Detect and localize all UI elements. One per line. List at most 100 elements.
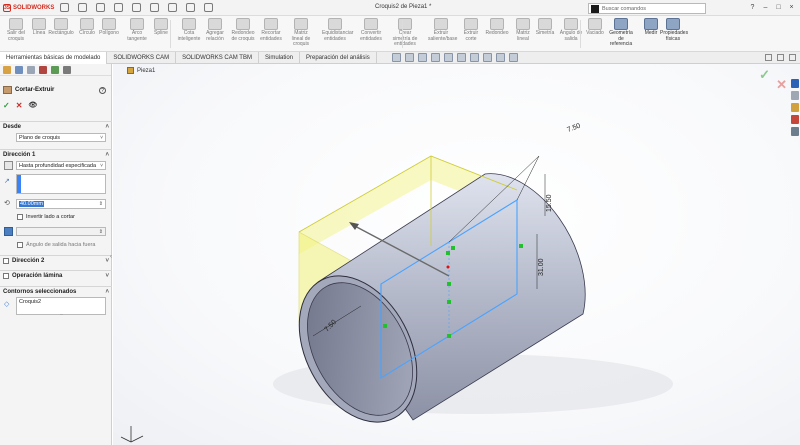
depth-input[interactable]: 40.00mm ⇕ (16, 199, 106, 209)
mass-properties-button[interactable]: Propiedades físicas (660, 18, 688, 42)
relation-marker[interactable] (451, 246, 455, 250)
contornos-group-header[interactable]: Contornos seleccionados ˄ (0, 286, 112, 297)
viewport-close-icon[interactable] (789, 54, 796, 61)
mirror-button[interactable]: Simetría (532, 18, 558, 37)
relation-marker[interactable] (446, 251, 450, 255)
extruded-boss-button[interactable]: Extruir saliente/base (428, 18, 457, 42)
extruded-cut-icon (464, 18, 478, 30)
view-settings-icon[interactable] (509, 53, 518, 62)
spin-arrows-icon[interactable]: ⇕ (99, 200, 103, 208)
chevron-down-icon: ˅ (105, 258, 109, 264)
viewport-minimize-icon[interactable] (765, 54, 772, 61)
print-icon[interactable] (132, 3, 141, 12)
undo-icon[interactable] (150, 3, 159, 12)
save-icon[interactable] (114, 3, 123, 12)
options-gear-icon[interactable] (204, 3, 213, 12)
origin-point[interactable] (446, 265, 450, 269)
tab-herramientas-basicas[interactable]: Herramientas básicas de modelado (0, 52, 108, 64)
panel-collapse-handle[interactable]: ‹ (110, 254, 112, 260)
relation-marker[interactable] (447, 334, 451, 338)
tab-simulation[interactable]: Simulation (259, 52, 300, 64)
direccion2-group-header[interactable]: Dirección 2 ˅ (0, 255, 112, 266)
property-manager-icon[interactable] (15, 65, 23, 74)
relation-marker[interactable] (447, 282, 451, 286)
cancel-button[interactable]: ✕ (16, 101, 23, 110)
selected-contours-list[interactable]: Croquis2 (16, 297, 106, 315)
linear-sketch-pattern-button[interactable]: Matriz lineal de croquis (288, 18, 314, 48)
desde-select[interactable]: Plano de croquis ˅ (16, 133, 106, 142)
end-condition-select[interactable]: Hasta profundidad especificada ˅ (16, 161, 106, 170)
fillet-button[interactable]: Redondeo (484, 18, 510, 37)
solidworks-logo[interactable]: 3S SOLIDWORKS (0, 3, 54, 12)
tab-solidworks-cam-tbm[interactable]: SOLIDWORKS CAM TBM (176, 52, 259, 64)
add-relation-button[interactable]: Agregar relación (202, 18, 228, 42)
rebuild-icon[interactable] (186, 3, 195, 12)
close-button[interactable]: × (787, 3, 796, 12)
home-icon[interactable] (60, 3, 69, 12)
draft-angle-icon[interactable] (4, 227, 13, 236)
draft-angle-input[interactable]: ⇕ (16, 227, 106, 236)
depth-icon: ⟲ (4, 199, 13, 208)
viewport-restore-icon[interactable] (777, 54, 784, 61)
extruded-boss-icon (434, 18, 448, 30)
tab-preparacion-analisis[interactable]: Preparación del análisis (300, 52, 377, 64)
invert-side-checkbox[interactable]: Invertir lado a cortar (17, 214, 75, 220)
display-manager-icon[interactable] (51, 65, 59, 74)
polygon-button[interactable]: Polígono (96, 18, 122, 37)
checkbox-icon (17, 242, 23, 248)
mirror-entities-button[interactable]: Crear simetría de entidades (392, 18, 418, 48)
extruded-cut-button[interactable]: Extruir corte (458, 18, 484, 42)
desde-group-header[interactable]: Desde ˄ (0, 121, 112, 132)
zoom-area-icon[interactable] (405, 53, 414, 62)
reverse-direction-icon[interactable] (4, 161, 13, 170)
feature-manager-icon[interactable] (3, 65, 11, 74)
sketch-fillet-button[interactable]: Redondeo de croquis (230, 18, 256, 42)
configuration-manager-icon[interactable] (27, 65, 35, 74)
relation-marker[interactable] (383, 324, 387, 328)
direction-arrow-head[interactable] (349, 222, 359, 230)
rectangle-button[interactable]: Rectángulo (48, 18, 74, 37)
maximize-button[interactable]: □ (774, 3, 783, 12)
hide-show-icon[interactable] (470, 53, 479, 62)
zoom-fit-icon[interactable] (392, 53, 401, 62)
dimxpert-icon[interactable] (39, 65, 47, 74)
open-icon[interactable] (96, 3, 105, 12)
operacion-lamina-group-header[interactable]: Operación lámina ˅ (0, 270, 112, 281)
dimension-d1[interactable]: 7.50 (566, 123, 581, 134)
relation-marker[interactable] (519, 244, 523, 248)
offset-entities-button[interactable]: Equidistanciar entidades (322, 18, 353, 42)
mirror-label: Simetría (535, 30, 555, 36)
tab-solidworks-cam[interactable]: SOLIDWORKS CAM (107, 52, 177, 64)
scene-icon[interactable] (496, 53, 505, 62)
new-document-icon[interactable] (78, 3, 87, 12)
shell-button[interactable]: Vaciado (582, 18, 608, 37)
convert-entities-button[interactable]: Convertir entidades (358, 18, 384, 42)
view-orientation-icon[interactable] (444, 53, 453, 62)
cam-icon[interactable] (63, 65, 71, 74)
command-search-input[interactable]: Buscar comandos (588, 3, 706, 14)
direccion2-checkbox[interactable] (3, 258, 9, 264)
ok-button[interactable]: ✓ (3, 101, 10, 110)
list-resize-handle[interactable]: ¯ (60, 315, 63, 321)
reference-geometry-button[interactable]: Geometría de referencia (608, 18, 634, 48)
section-view-icon[interactable] (431, 53, 440, 62)
preview-eye-icon[interactable]: 👁 (28, 101, 37, 110)
dimension-d2[interactable]: 15.50 (546, 194, 553, 212)
trim-entities-button[interactable]: Recortar entidades (258, 18, 284, 42)
minimize-button[interactable]: – (761, 3, 770, 12)
relation-marker[interactable] (447, 300, 451, 304)
operacion-lamina-checkbox[interactable] (3, 273, 9, 279)
direccion1-group-header[interactable]: Dirección 1 ˄ (0, 149, 112, 160)
dimension-d3[interactable]: 31.00 (538, 258, 545, 276)
smart-dimension-button[interactable]: Cota inteligente (176, 18, 202, 42)
graphics-area[interactable]: Pieza1 ✓ ✕ 7.50 15.50 31.00 7.50 (113, 64, 800, 445)
select-icon[interactable] (168, 3, 177, 12)
previous-view-icon[interactable] (418, 53, 427, 62)
display-style-icon[interactable] (457, 53, 466, 62)
draft-outward-checkbox[interactable]: Ángulo de salida hacia fuera (17, 242, 95, 248)
tangent-arc-button[interactable]: Arco tangente (124, 18, 150, 42)
direction-selection-box[interactable] (16, 174, 106, 194)
help-icon[interactable]: ? (748, 3, 757, 12)
appearance-icon[interactable] (483, 53, 492, 62)
help-icon[interactable]: ? (99, 87, 106, 94)
